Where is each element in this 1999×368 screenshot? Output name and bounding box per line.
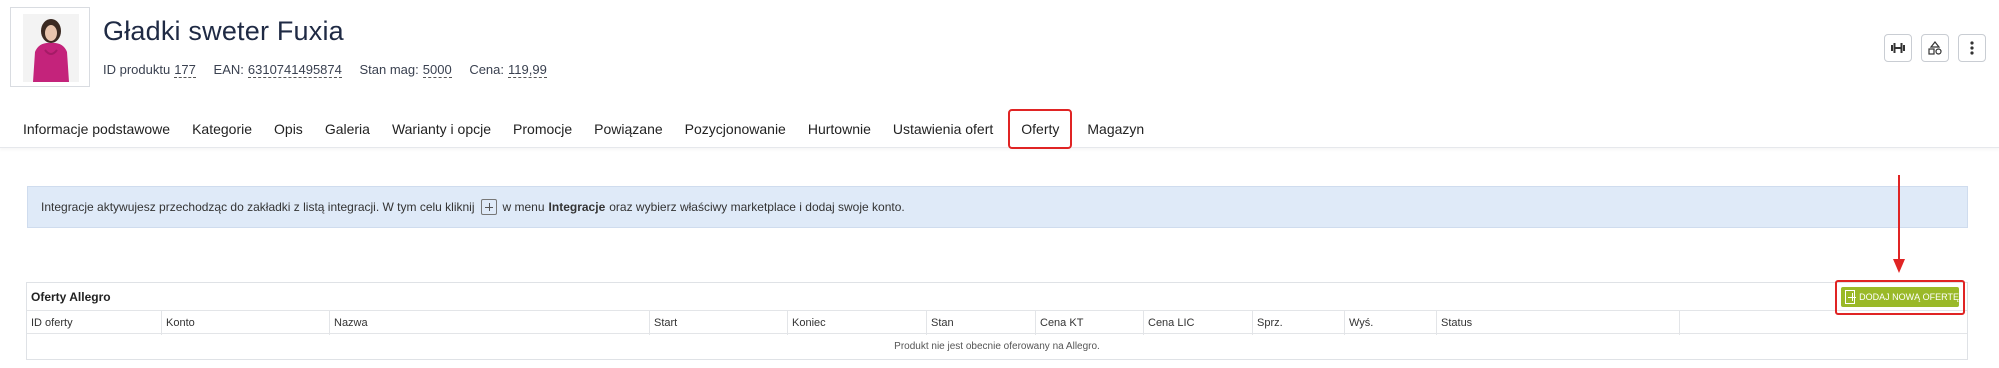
kebab-menu-icon xyxy=(1970,41,1974,55)
info-text-2: w menu xyxy=(502,200,545,214)
product-thumbnail[interactable] xyxy=(10,7,90,87)
tab-hurtownie[interactable]: Hurtownie xyxy=(797,110,882,148)
col-sprz: Sprz. xyxy=(1253,311,1345,335)
price-label: Cena: xyxy=(469,62,505,77)
col-stan: Stan xyxy=(927,311,1036,335)
tab-informacje-podstawowe[interactable]: Informacje podstawowe xyxy=(12,110,181,148)
red-arrow-annotation xyxy=(1893,175,1905,273)
info-text-1: Integracje aktywujesz przechodząc do zak… xyxy=(41,200,475,214)
product-tabs: Informacje podstawowe Kategorie Opis Gal… xyxy=(12,109,1155,149)
tab-warianty-i-opcje[interactable]: Warianty i opcje xyxy=(381,110,502,148)
add-new-offer-label: DODAJ NOWĄ OFERTĘ xyxy=(1859,292,1959,302)
tab-magazyn[interactable]: Magazyn xyxy=(1076,110,1155,148)
shapes-icon xyxy=(1928,41,1942,55)
product-title: Gładki sweter Fuxia xyxy=(103,16,344,46)
tab-galeria[interactable]: Galeria xyxy=(314,110,381,148)
col-koniec: Koniec xyxy=(788,311,927,335)
price-value[interactable]: 119,99 xyxy=(508,62,547,78)
col-status: Status xyxy=(1437,311,1680,335)
tab-powiazane[interactable]: Powiązane xyxy=(583,110,674,148)
product-header: Gładki sweter Fuxia ID produktu 177 EAN: 6… xyxy=(0,0,1999,149)
col-start: Start xyxy=(650,311,788,335)
product-photo-icon xyxy=(23,14,79,82)
dumbbell-button[interactable] xyxy=(1884,34,1912,62)
col-konto: Konto xyxy=(162,311,330,335)
info-text-3: oraz wybierz właściwy marketplace i doda… xyxy=(609,200,905,214)
col-wys: Wyś. xyxy=(1345,311,1437,335)
info-integracje-bold: Integracje xyxy=(548,200,606,214)
more-options-button[interactable] xyxy=(1958,34,1986,62)
product-id-label: ID produktu xyxy=(103,62,171,77)
stock-value[interactable]: 5000 xyxy=(422,62,452,78)
ean-label: EAN: xyxy=(213,62,244,77)
tab-kategorie[interactable]: Kategorie xyxy=(181,110,263,148)
empty-message: Produkt nie jest obecnie oferowany na Al… xyxy=(894,341,1100,352)
stock-label: Stan mag: xyxy=(359,62,419,77)
shapes-button[interactable] xyxy=(1921,34,1949,62)
integration-info-banner: Integracje aktywujesz przechodząc do zak… xyxy=(27,186,1968,228)
tab-ustawienia-ofert[interactable]: Ustawienia ofert xyxy=(882,110,1004,148)
allegro-offers-panel: Oferty Allegro ID oferty Konto Nazwa Sta… xyxy=(26,282,1968,360)
col-id-oferty: ID oferty xyxy=(27,311,162,335)
product-meta: ID produktu 177 EAN: 6310741495874 Stan ma… xyxy=(103,62,561,78)
panel-title: Oferty Allegro xyxy=(31,290,111,304)
col-cena-kt: Cena KT xyxy=(1036,311,1144,335)
tab-pozycjonowanie[interactable]: Pozycjonowanie xyxy=(674,110,797,148)
add-new-offer-button[interactable]: DODAJ NOWĄ OFERTĘ xyxy=(1841,287,1959,307)
product-id-value[interactable]: 177 xyxy=(174,62,196,78)
col-cena-lic: Cena LIC xyxy=(1144,311,1253,335)
plus-box-icon xyxy=(480,199,497,215)
ean-value[interactable]: 6310741495874 xyxy=(247,62,342,78)
offers-table-header: ID oferty Konto Nazwa Start Koniec Stan … xyxy=(27,310,1967,335)
tab-promocje[interactable]: Promocje xyxy=(502,110,583,148)
tab-opis[interactable]: Opis xyxy=(263,110,314,148)
plus-icon xyxy=(1845,290,1857,304)
tab-oferty[interactable]: Oferty xyxy=(1008,109,1073,149)
dumbbell-icon xyxy=(1891,43,1905,53)
col-nazwa: Nazwa xyxy=(330,311,650,335)
